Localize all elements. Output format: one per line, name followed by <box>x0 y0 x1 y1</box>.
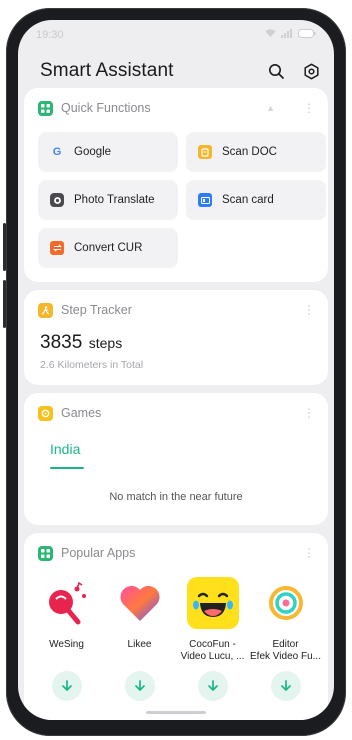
step-tracker-card[interactable]: Step Tracker ⋮ 3835 steps 2.6 Kilometers… <box>24 290 328 385</box>
popular-apps-card: Popular Apps ⋮ WeSing Likee CocoFun - Vi… <box>24 533 328 720</box>
scan-card-button[interactable]: Scan card <box>186 180 326 220</box>
quick-functions-icon <box>38 100 53 116</box>
app-item-cocofun[interactable]: CocoFun - Video Lucu, ... <box>177 577 249 701</box>
scan-doc-icon <box>198 145 212 159</box>
scan-doc-button[interactable]: Scan DOC <box>186 132 326 172</box>
google-button[interactable]: G Google <box>38 132 178 172</box>
wifi-icon <box>265 29 276 41</box>
step-unit: steps <box>88 335 123 351</box>
more-options-icon[interactable]: ⋮ <box>303 407 315 419</box>
download-button[interactable] <box>51 671 82 701</box>
scan-card-icon <box>198 193 212 207</box>
app-name: WeSing <box>49 639 84 665</box>
page-title: Smart Assistant <box>40 60 174 81</box>
quick-functions-card: Quick Functions ▲ ⋮ G Google Scan DOC Ph… <box>24 88 328 282</box>
phone-frame: 19:30 Smart Assistant Quick Functions ▲ … <box>3 8 346 736</box>
download-arrow-icon <box>134 680 145 691</box>
more-options-icon[interactable]: ⋮ <box>303 102 315 114</box>
settings-icon[interactable] <box>303 63 320 80</box>
more-options-icon[interactable]: ⋮ <box>303 304 315 316</box>
convert-currency-button[interactable]: Convert CUR <box>38 228 178 268</box>
download-button[interactable] <box>124 671 155 701</box>
cocofun-icon <box>186 577 239 629</box>
home-indicator <box>146 711 206 714</box>
collapse-icon[interactable]: ▲ <box>266 103 275 113</box>
volume-button <box>3 223 6 271</box>
tab-india[interactable]: India <box>50 441 80 457</box>
games-icon <box>38 405 53 421</box>
google-icon: G <box>52 146 62 158</box>
google-label: Google <box>74 146 112 158</box>
photo-translate-label: Photo Translate <box>74 194 155 206</box>
app-name-line1: Editor <box>272 639 299 650</box>
app-name-line1: Likee <box>127 639 152 650</box>
wesing-icon <box>41 577 93 629</box>
editor-icon <box>260 577 312 629</box>
app-name: CocoFun - Video Lucu, ... <box>181 639 245 665</box>
search-icon[interactable] <box>268 63 285 80</box>
app-name-line1: WeSing <box>49 639 84 650</box>
app-name: Likee <box>128 639 152 665</box>
battery-icon <box>298 29 316 41</box>
app-header: Smart Assistant <box>18 50 334 88</box>
app-name-line1: CocoFun - <box>189 639 236 650</box>
card-title: Quick Functions <box>61 101 151 115</box>
app-name: Editor Efek Video Fu... <box>250 639 321 665</box>
status-time: 19:30 <box>36 29 64 41</box>
photo-translate-icon <box>50 193 64 207</box>
download-button[interactable] <box>270 671 301 701</box>
download-arrow-icon <box>207 680 218 691</box>
games-card: Games ⋮ India No match in the near futur… <box>24 393 328 525</box>
download-arrow-icon <box>61 680 72 691</box>
distance-summary: 2.6 Kilometers in Total <box>40 359 144 371</box>
more-options-icon[interactable]: ⋮ <box>303 547 315 559</box>
scan-doc-label: Scan DOC <box>222 146 277 158</box>
download-button[interactable] <box>197 671 228 701</box>
card-title: Popular Apps <box>61 546 136 560</box>
app-name-line2: Efek Video Fu... <box>250 651 321 662</box>
screen: 19:30 Smart Assistant Quick Functions ▲ … <box>18 20 334 720</box>
scan-card-label: Scan card <box>222 194 274 206</box>
step-tracker-icon <box>38 302 53 318</box>
app-name-line2: Video Lucu, ... <box>180 651 245 662</box>
status-bar: 19:30 <box>18 20 334 50</box>
step-count: 3835 <box>40 332 83 353</box>
download-arrow-icon <box>280 680 291 691</box>
signal-icon <box>281 29 293 41</box>
volume-button-lower <box>3 280 6 328</box>
card-title: Games <box>61 406 102 420</box>
convert-currency-icon <box>50 241 64 255</box>
empty-message: No match in the near future <box>109 491 243 503</box>
app-item-likee[interactable]: Likee <box>104 577 176 701</box>
app-item-wesing[interactable]: WeSing <box>31 577 103 701</box>
app-item-editor[interactable]: Editor Efek Video Fu... <box>250 577 322 701</box>
popular-apps-icon <box>38 545 53 561</box>
card-title: Step Tracker <box>61 303 132 317</box>
convert-currency-label: Convert CUR <box>74 242 143 254</box>
likee-icon <box>114 577 166 629</box>
photo-translate-button[interactable]: Photo Translate <box>38 180 178 220</box>
